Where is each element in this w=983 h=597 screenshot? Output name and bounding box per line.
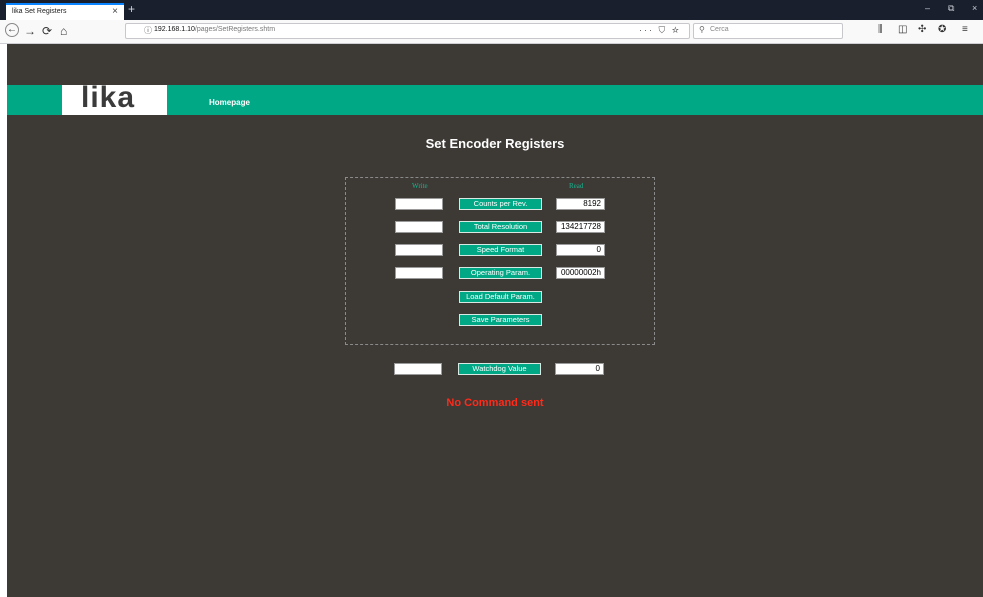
counts-per-rev-read-value: 8192 (556, 198, 605, 210)
registers-panel: Write Read Counts per Rev. 8192 Total Re… (345, 177, 655, 345)
restore-icon[interactable]: ⧉ (948, 3, 954, 14)
watchdog-read-value: 0 (555, 363, 604, 375)
save-parameters-button[interactable]: Save Parameters (459, 314, 542, 326)
url-host: 192.168.1.10 (154, 26, 195, 33)
speed-format-write-input[interactable] (395, 244, 443, 256)
forward-icon[interactable]: → (24, 24, 36, 38)
write-column-label: Write (412, 182, 428, 190)
operating-param-button[interactable]: Operating Param. (459, 267, 542, 279)
menu-icon[interactable]: ≡ (962, 24, 968, 35)
counts-per-rev-button[interactable]: Counts per Rev. (459, 198, 542, 210)
close-window-icon[interactable]: × (972, 3, 977, 13)
navigation-bar: ← → ⟳ ⌂ ⓘ 192.168.1.10/pages/SetRegister… (0, 20, 983, 44)
total-resolution-button[interactable]: Total Resolution (459, 221, 542, 233)
load-default-param-button[interactable]: Load Default Param. (459, 291, 542, 303)
back-icon[interactable]: ← (5, 23, 19, 37)
header-banner: lika Homepage (7, 81, 983, 115)
sidebar-icon[interactable]: ◫ (898, 24, 907, 35)
page-actions-icon[interactable]: ··· ⛉ ☆ (639, 25, 681, 36)
minimize-icon[interactable]: – (925, 3, 930, 13)
addon-icon[interactable]: ✪ (938, 24, 946, 35)
url-bar[interactable]: ⓘ 192.168.1.10/pages/SetRegisters.shtm ·… (125, 23, 690, 39)
new-tab-button[interactable]: + (128, 2, 135, 16)
url-text[interactable]: 192.168.1.10/pages/SetRegisters.shtm (154, 26, 275, 33)
logo-text: lika (81, 81, 136, 114)
library-icon[interactable]: ⫼ (878, 24, 883, 35)
watchdog-write-input[interactable] (394, 363, 442, 375)
search-bar[interactable]: ⚲ Cerca (693, 23, 843, 39)
reload-icon[interactable]: ⟳ (42, 24, 52, 38)
url-path: /pages/SetRegisters.shtm (194, 26, 276, 33)
homepage-link[interactable]: Homepage (209, 98, 250, 107)
page-content: lika Homepage Set Encoder Registers Writ… (7, 44, 983, 597)
operating-param-write-input[interactable] (395, 267, 443, 279)
operating-param-read-value: 00000002h (556, 267, 605, 279)
close-tab-icon[interactable]: × (112, 6, 118, 17)
speed-format-read-value: 0 (556, 244, 605, 256)
logo: lika (62, 81, 167, 115)
tab-title: lika Set Registers (12, 8, 67, 15)
read-column-label: Read (569, 182, 584, 190)
total-resolution-read-value: 134217728 (556, 221, 605, 233)
info-icon[interactable]: ⓘ (144, 25, 152, 36)
browser-tab[interactable]: lika Set Registers × (6, 3, 124, 20)
search-icon: ⚲ (699, 25, 705, 34)
watchdog-value-button[interactable]: Watchdog Value (458, 363, 541, 375)
extension-icon[interactable]: ✣ (918, 24, 926, 35)
status-message: No Command sent (446, 397, 544, 409)
search-placeholder: Cerca (710, 26, 729, 33)
total-resolution-write-input[interactable] (395, 221, 443, 233)
page-title: Set Encoder Registers (425, 136, 565, 151)
home-icon[interactable]: ⌂ (60, 24, 67, 38)
speed-format-button[interactable]: Speed Format (459, 244, 542, 256)
browser-tab-strip: lika Set Registers × + – ⧉ × (0, 0, 983, 20)
counts-per-rev-write-input[interactable] (395, 198, 443, 210)
